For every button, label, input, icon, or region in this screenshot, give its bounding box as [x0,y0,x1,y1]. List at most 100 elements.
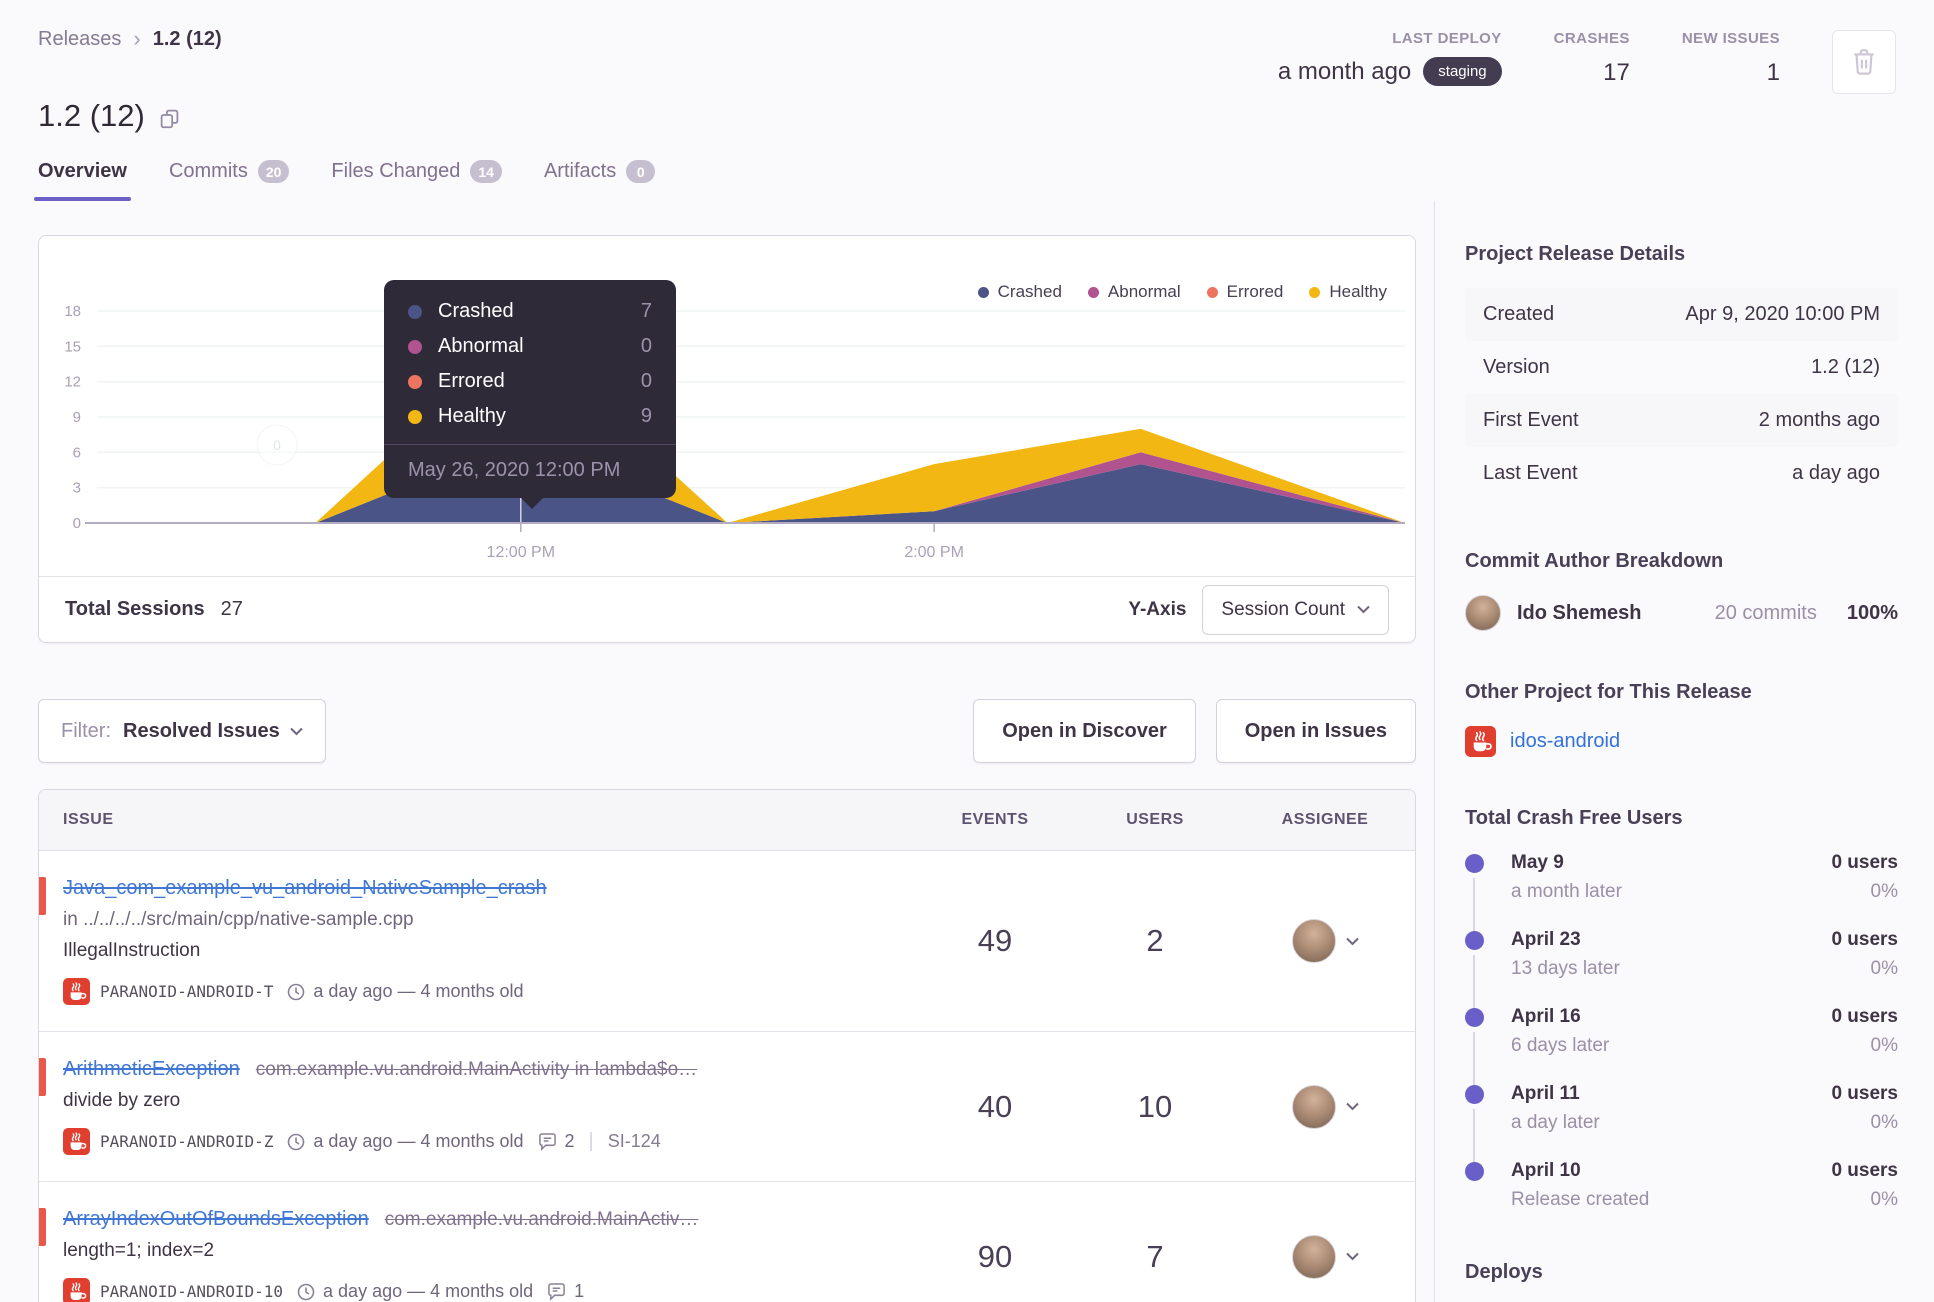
timeline-desc: 13 days later [1511,958,1620,979]
legend-item-crashed[interactable]: Crashed [977,282,1062,302]
commit-author-section: Commit Author Breakdown Ido Shemesh 20 c… [1465,550,1898,631]
tab-artifacts[interactable]: Artifacts 0 [544,160,656,201]
detail-label: First Event [1483,409,1579,431]
legend-item-errored[interactable]: Errored [1206,282,1283,302]
tooltip-row-errored: Errored 0 [408,370,652,393]
breadcrumb: Releases › 1.2 (12) [38,26,655,52]
page-content: 0 3 6 9 12 15 18 12:00 PM 2:00 PM 0 Crashed Abnor… [0,201,1934,1302]
column-assignee: ASSIGNEE [1281,811,1369,828]
copy-version-icon[interactable] [159,108,180,129]
author-percent: 100% [1846,601,1898,624]
main-column: 0 3 6 9 12 15 18 12:00 PM 2:00 PM 0 Crashed Abnor… [38,201,1416,1302]
issue-title-link[interactable]: Java_com_example_vu_android_NativeSample… [63,877,547,899]
clock-icon [288,983,305,1000]
column-users: USERS [1126,811,1184,828]
project-slug: PARANOID-ANDROID-10 [100,1282,284,1301]
tab-bar: Overview Commits 20 Files Changed 14 Art… [34,160,656,201]
svg-text:6: 6 [73,444,81,461]
project-release-details-section: Project Release Details Created Apr 9, 2… [1465,243,1898,500]
open-in-issues-button[interactable]: Open in Issues [1215,699,1416,763]
issue-events-count: 49 [977,923,1013,958]
issues-table-body: Java_com_example_vu_android_NativeSample… [39,851,1415,1302]
issue-message: divide by zero [63,1090,181,1111]
tab-commits[interactable]: Commits 20 [169,160,290,201]
tab-files-changed[interactable]: Files Changed 14 [331,160,502,201]
java-platform-icon [1465,726,1496,757]
trash-icon [1854,49,1874,75]
timeline-date: April 11 [1511,1083,1580,1104]
chevron-down-icon [1357,605,1370,614]
stat-new-issues: NEW ISSUES 1 [1682,30,1780,87]
project-badge[interactable]: PARANOID-ANDROID-T [63,978,273,1005]
legend-dot-icon [1087,286,1099,298]
comment-icon [538,1132,556,1151]
timeline-date: April 16 [1511,1006,1581,1027]
detail-value: Apr 9, 2020 10:00 PM [1685,303,1880,325]
detail-value: 2 months ago [1758,409,1880,431]
issue-title-link[interactable]: ArithmeticException [63,1058,240,1080]
tooltip-arrow [521,498,543,509]
legend-item-healthy[interactable]: Healthy [1309,282,1387,302]
breadcrumb-releases-link[interactable]: Releases [38,28,121,51]
svg-text:2:00 PM: 2:00 PM [904,544,964,561]
issues-table-card: ISSUE EVENTS USERS ASSIGNEE Java_com_exa… [38,789,1416,1302]
delete-release-button[interactable] [1832,30,1896,94]
assignee-dropdown[interactable] [1235,1182,1415,1302]
issue-row: ArrayIndexOutOfBoundsException com.exampl… [39,1182,1415,1302]
tab-overview[interactable]: Overview [34,160,131,201]
header-stats: LAST DEPLOY a month ago staging CRASHES … [1278,26,1896,201]
open-in-discover-button[interactable]: Open in Discover [973,699,1196,763]
comment-count[interactable]: 1 [547,1281,584,1302]
sessions-chart-card: 0 3 6 9 12 15 18 12:00 PM 2:00 PM 0 Crashed Abnor… [38,235,1416,643]
series-dot-icon [408,374,422,389]
issue-culprit: com.example.vu.android.MainActivity in l… [255,1059,698,1080]
tooltip-timestamp: May 26, 2020 12:00 PM [384,444,676,482]
release-details-table: Created Apr 9, 2020 10:00 PM Version 1.2… [1465,288,1898,500]
svg-text:18: 18 [64,303,81,320]
detail-row-created: Created Apr 9, 2020 10:00 PM [1465,288,1898,341]
chevron-down-icon [1345,1102,1359,1111]
series-dot-icon [408,409,422,424]
timeline-users: 0 users [1831,1006,1898,1027]
other-project-link[interactable]: idos-android [1510,730,1620,753]
new-issues-value: 1 [1766,59,1780,86]
svg-text:9: 9 [73,409,81,426]
legend-item-abnormal[interactable]: Abnormal [1087,282,1181,302]
timeline-percent: 0% [1870,958,1898,979]
assignee-dropdown[interactable] [1235,1032,1415,1181]
section-heading: Project Release Details [1465,243,1686,265]
timeline-desc: a month later [1511,881,1622,902]
project-badge[interactable]: PARANOID-ANDROID-10 [63,1278,283,1302]
svg-text:15: 15 [64,338,81,355]
column-issue: ISSUE [63,811,114,828]
crash-free-users-section: Total Crash Free Users May 9 0 users a m… [1465,807,1898,1211]
svg-text:12: 12 [64,374,81,391]
other-project-section: Other Project for This Release idos-andr… [1465,681,1898,757]
timeline-desc: Release created [1511,1189,1650,1210]
release-header: Releases › 1.2 (12) 1.2 (12) Overview Co… [0,0,1934,201]
section-heading: Total Crash Free Users [1465,807,1683,829]
timeline-percent: 0% [1870,1035,1898,1056]
series-dot-icon [408,339,422,354]
timeline-users: 0 users [1831,1160,1898,1181]
issue-annotation[interactable]: SI-124 [608,1131,661,1152]
issues-table-header: ISSUE EVENTS USERS ASSIGNEE [39,790,1415,851]
assignee-dropdown[interactable] [1235,851,1415,1031]
comment-count[interactable]: 2 [538,1131,575,1152]
project-badge[interactable]: PARANOID-ANDROID-Z [63,1128,273,1155]
yaxis-select-dropdown[interactable]: Session Count [1202,584,1389,635]
header-left: Releases › 1.2 (12) 1.2 (12) Overview Co… [34,26,656,201]
issue-users-count: 7 [1146,1238,1164,1274]
svg-text:12:00 PM: 12:00 PM [487,544,555,561]
issues-filter-dropdown[interactable]: Filter: Resolved Issues [38,699,326,763]
series-dot-icon [408,304,422,319]
issues-toolbar: Filter: Resolved Issues Open in Discover… [38,699,1416,763]
timeline-percent: 0% [1870,1189,1898,1210]
issue-title-link[interactable]: ArrayIndexOutOfBoundsException [63,1208,369,1230]
detail-value: a day ago [1792,462,1880,484]
chart-tooltip: Crashed 7 Abnormal 0 Errored 0 Healthy 9… [384,280,676,509]
release-page: Releases › 1.2 (12) 1.2 (12) Overview Co… [0,0,1934,1302]
timeline-date: May 9 [1511,852,1564,873]
tab-count-badge: 14 [470,160,502,183]
java-platform-icon [63,1278,90,1302]
